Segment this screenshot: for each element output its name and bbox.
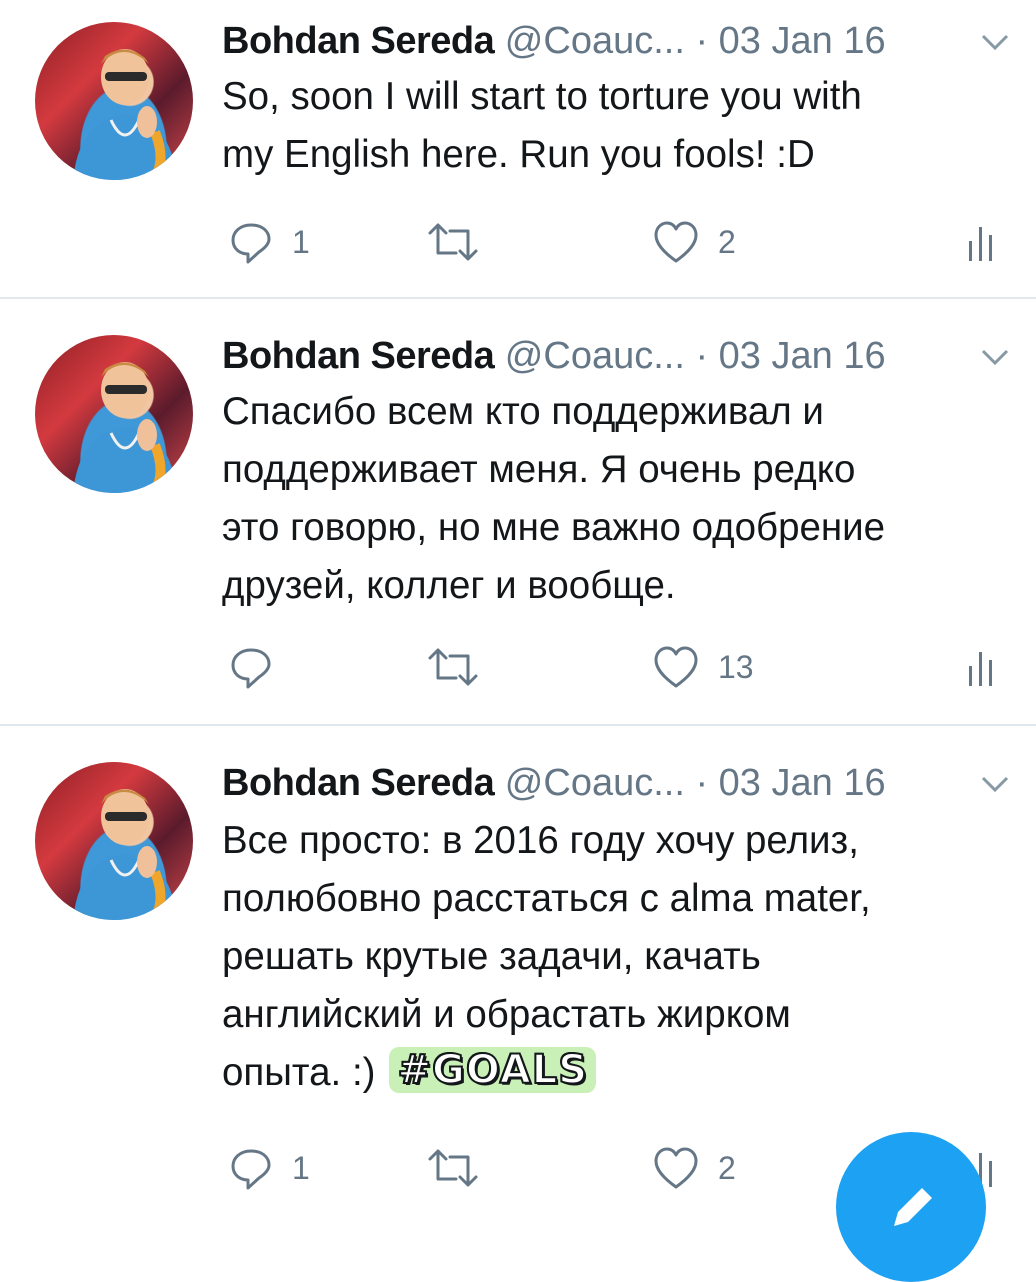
chevron-down-icon[interactable] bbox=[977, 30, 1013, 54]
tweet-text-line: друзей, коллег и вообще. bbox=[222, 564, 676, 607]
reply-button[interactable]: 1 bbox=[228, 1138, 310, 1198]
tweet-text-line: решать крутые задачи, качать bbox=[222, 935, 761, 978]
reply-icon bbox=[231, 1149, 271, 1190]
author-name[interactable]: Bohdan Sereda bbox=[222, 20, 495, 62]
tweet-actions: 1 2 bbox=[222, 212, 1012, 272]
retweet-button[interactable] bbox=[426, 1138, 498, 1198]
chevron-down-icon[interactable] bbox=[977, 772, 1013, 796]
tweet-text: Все просто: в 2016 году хочу релиз, полю… bbox=[222, 812, 1012, 1102]
tweet-text-line: полюбовно расстаться с alma mater, bbox=[222, 877, 871, 920]
tweet[interactable]: Bohdan Sereda @Coauc... · 03 Jan 16 Все … bbox=[0, 726, 1036, 1200]
reply-icon bbox=[231, 223, 271, 264]
author-name[interactable]: Bohdan Sereda bbox=[222, 762, 495, 804]
like-icon bbox=[654, 1147, 698, 1189]
avatar[interactable] bbox=[35, 22, 193, 180]
tweet-text-line: поддерживает меня. Я очень редко bbox=[222, 448, 856, 491]
like-count: 2 bbox=[718, 1150, 736, 1186]
retweet-icon bbox=[428, 648, 478, 686]
tweet-actions: 13 bbox=[222, 637, 1012, 697]
compose-tweet-button[interactable] bbox=[836, 1132, 986, 1282]
avatar[interactable] bbox=[35, 335, 193, 493]
reply-count: 1 bbox=[292, 224, 310, 260]
like-icon bbox=[654, 221, 698, 263]
author-handle[interactable]: @Coauc... bbox=[505, 762, 685, 804]
analytics-icon bbox=[969, 227, 992, 261]
tweet[interactable]: Bohdan Sereda @Coauc... · 03 Jan 16 Спас… bbox=[0, 299, 1036, 725]
reply-icon bbox=[231, 648, 271, 689]
tweet-date[interactable]: 03 Jan 16 bbox=[719, 335, 886, 377]
analytics-button[interactable] bbox=[966, 212, 996, 272]
tweet-header: Bohdan Sereda @Coauc... · 03 Jan 16 bbox=[222, 321, 1022, 391]
author-handle[interactable]: @Coauc... bbox=[505, 20, 685, 62]
like-count: 2 bbox=[718, 224, 736, 260]
separator-dot: · bbox=[695, 335, 709, 377]
reply-count: 1 bbox=[292, 1150, 310, 1186]
goals-sticker: #GOALS bbox=[389, 1046, 596, 1094]
analytics-icon bbox=[969, 652, 992, 686]
tweet-text-line: So, soon I will start to torture you wit… bbox=[222, 75, 862, 118]
compose-icon bbox=[894, 1188, 932, 1226]
avatar[interactable] bbox=[35, 762, 193, 920]
separator-dot: · bbox=[695, 20, 709, 62]
tweet-text: Спасибо всем кто поддерживал и поддержив… bbox=[222, 383, 1012, 615]
author-name[interactable]: Bohdan Sereda bbox=[222, 335, 495, 377]
like-button[interactable]: 13 bbox=[652, 637, 754, 697]
like-icon bbox=[654, 646, 698, 688]
tweet-text-line: английский и обрастать жирком bbox=[222, 993, 791, 1036]
tweet-header: Bohdan Sereda @Coauc... · 03 Jan 16 bbox=[222, 748, 1022, 818]
tweet-text-line: my English here. Run you fools! :D bbox=[222, 133, 815, 176]
retweet-icon bbox=[428, 223, 478, 261]
reply-button[interactable]: 1 bbox=[228, 212, 310, 272]
like-button[interactable]: 2 bbox=[652, 212, 736, 272]
like-button[interactable]: 2 bbox=[652, 1138, 736, 1198]
tweet-text-line: Спасибо всем кто поддерживал и bbox=[222, 390, 824, 433]
tweet[interactable]: Bohdan Sereda @Coauc... · 03 Jan 16 So, … bbox=[0, 0, 1036, 298]
author-handle[interactable]: @Coauc... bbox=[505, 335, 685, 377]
chevron-down-icon[interactable] bbox=[977, 345, 1013, 369]
tweet-text-line: Все просто: в 2016 году хочу релиз, bbox=[222, 819, 859, 862]
tweet-date[interactable]: 03 Jan 16 bbox=[719, 20, 886, 62]
analytics-button[interactable] bbox=[966, 637, 996, 697]
retweet-icon bbox=[428, 1149, 478, 1187]
tweet-text-line: это говорю, но мне важно одобрение bbox=[222, 506, 886, 549]
tweet-date[interactable]: 03 Jan 16 bbox=[719, 762, 886, 804]
like-count: 13 bbox=[718, 649, 754, 685]
reply-button[interactable] bbox=[228, 637, 292, 697]
tweet-text-line: опыта. :) bbox=[222, 1051, 376, 1094]
tweet-text: So, soon I will start to torture you wit… bbox=[222, 68, 1012, 184]
separator-dot: · bbox=[695, 762, 709, 804]
tweet-text-line-last: опыта. :) #GOALS bbox=[222, 1044, 1012, 1102]
tweet-header: Bohdan Sereda @Coauc... · 03 Jan 16 bbox=[222, 6, 1022, 76]
retweet-button[interactable] bbox=[426, 637, 498, 697]
retweet-button[interactable] bbox=[426, 212, 498, 272]
